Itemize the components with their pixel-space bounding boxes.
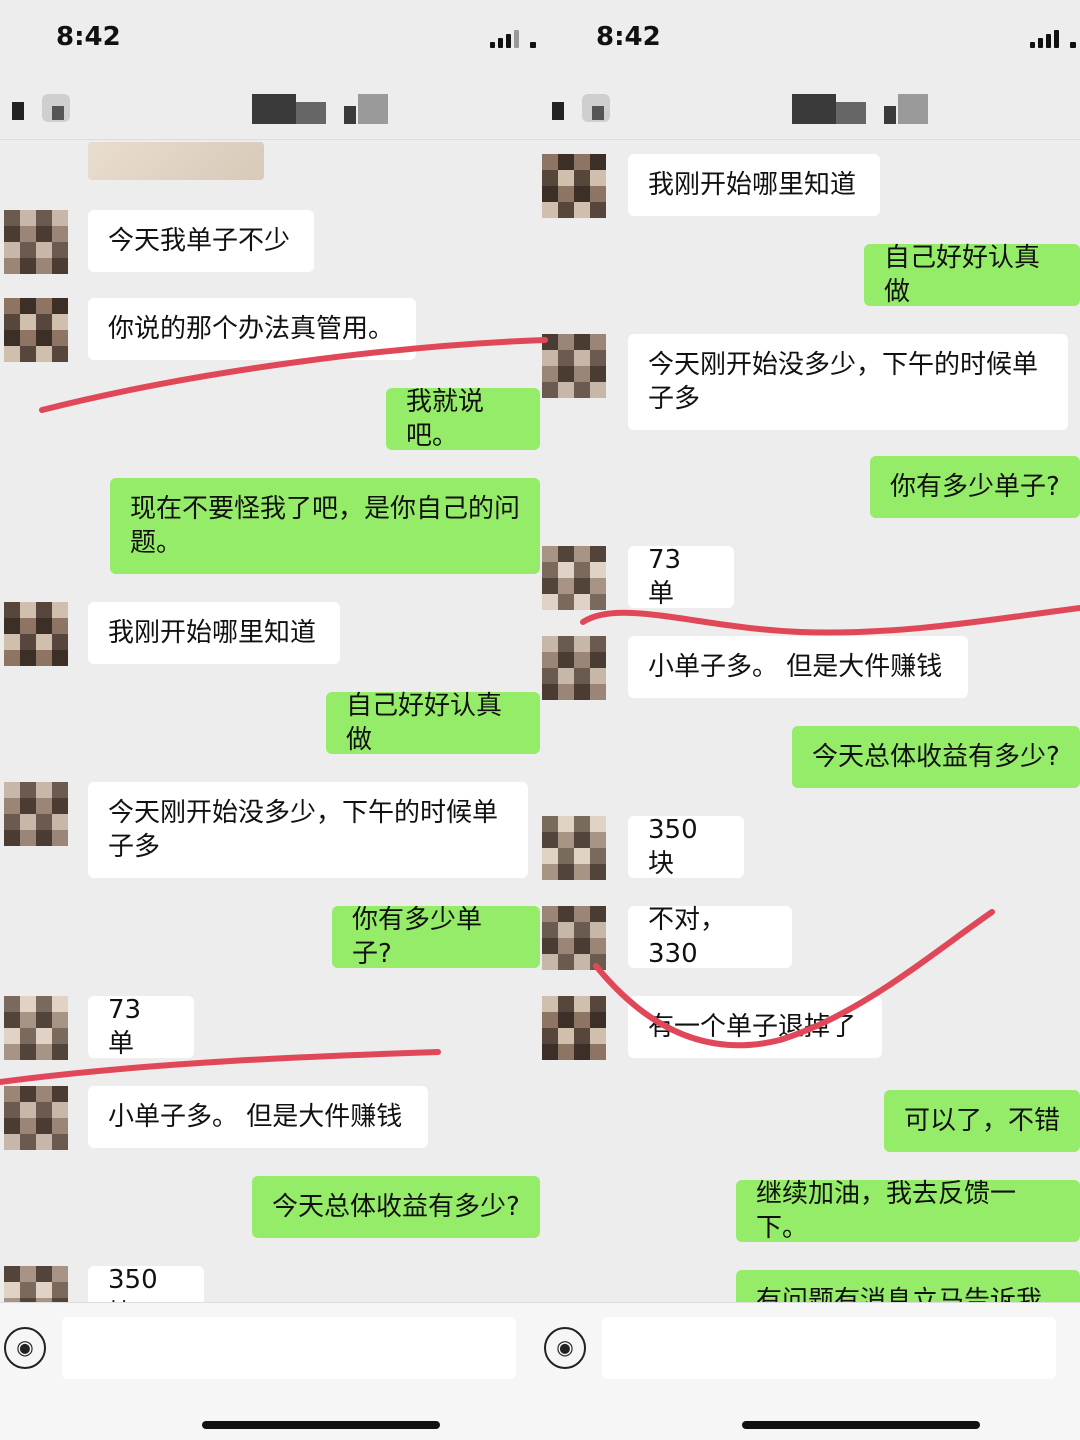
outgoing-message-bubble[interactable]: 你有多少单子? xyxy=(870,456,1080,518)
message-text: 350 块 xyxy=(108,1265,158,1302)
message-list[interactable]: 我刚开始哪里知道自己好好认真做今天刚开始没多少，下午的时候单 子多你有多少单子?… xyxy=(540,142,1080,1302)
voice-input-icon[interactable]: ◉ xyxy=(4,1327,46,1369)
back-chevron-icon[interactable] xyxy=(12,92,72,126)
message-text: 今天我单子不少 xyxy=(108,226,291,256)
message-text: 今天刚开始没多少，下午的时候单 子多 xyxy=(648,350,1039,414)
message-text: 今天刚开始没多少，下午的时候单 子多 xyxy=(108,798,499,862)
status-bar: 8:42 xyxy=(540,0,1080,76)
message-text: 我刚开始哪里知道 xyxy=(108,618,317,648)
contact-avatar[interactable] xyxy=(4,782,68,846)
chat-nav-bar xyxy=(540,78,1080,140)
message-text: 小单子多。 但是大件赚钱 xyxy=(648,652,943,682)
message-text: 自己好好认真做 xyxy=(346,691,503,755)
incoming-message-bubble[interactable]: 有一个单子退掉了 xyxy=(628,996,882,1058)
incoming-message-bubble[interactable]: 73 单 xyxy=(628,545,734,609)
incoming-message-bubble[interactable]: 小单子多。 但是大件赚钱 xyxy=(628,636,968,698)
contact-avatar[interactable] xyxy=(4,1266,68,1302)
outgoing-message-bubble[interactable]: 我就说吧。 xyxy=(386,387,540,451)
message-input[interactable] xyxy=(602,1317,1056,1379)
image-message-thumbnail[interactable] xyxy=(88,142,264,180)
outgoing-message-bubble[interactable]: 有问题有消息立马告诉我 xyxy=(736,1270,1080,1302)
message-text: 73 单 xyxy=(108,995,150,1059)
contact-avatar[interactable] xyxy=(4,996,68,1060)
message-list[interactable]: 今天我单子不少你说的那个办法真管用。我就说吧。现在不要怪我了吧，是你自己的问 题… xyxy=(0,142,540,1302)
message-text: 你说的那个办法真管用。 xyxy=(108,314,395,344)
incoming-message-bubble[interactable]: 今天刚开始没多少，下午的时候单 子多 xyxy=(628,334,1068,430)
outgoing-message-bubble[interactable]: 你有多少单子? xyxy=(332,905,540,969)
contact-avatar[interactable] xyxy=(542,546,606,610)
message-input[interactable] xyxy=(62,1317,516,1379)
status-time: 8:42 xyxy=(56,22,121,52)
contact-avatar[interactable] xyxy=(542,334,606,398)
incoming-message-bubble[interactable]: 小单子多。 但是大件赚钱 xyxy=(88,1086,428,1148)
incoming-message-bubble[interactable]: 不对，330 xyxy=(628,905,792,969)
incoming-message-bubble[interactable]: 你说的那个办法真管用。 xyxy=(88,298,416,360)
contact-avatar[interactable] xyxy=(542,154,606,218)
status-bar: 8:42 xyxy=(0,0,540,76)
outgoing-message-bubble[interactable]: 自己好好认真做 xyxy=(864,243,1080,307)
message-text: 你有多少单子? xyxy=(352,905,483,969)
message-text: 我刚开始哪里知道 xyxy=(648,170,857,200)
incoming-message-bubble[interactable]: 我刚开始哪里知道 xyxy=(88,602,340,664)
back-chevron-icon[interactable] xyxy=(552,92,612,126)
contact-avatar[interactable] xyxy=(4,1086,68,1150)
home-indicator xyxy=(742,1421,980,1429)
message-text: 自己好好认真做 xyxy=(884,243,1041,307)
message-text: 我就说吧。 xyxy=(406,387,485,451)
outgoing-message-bubble[interactable]: 今天总体收益有多少? xyxy=(792,726,1080,788)
incoming-message-bubble[interactable]: 今天刚开始没多少，下午的时候单 子多 xyxy=(88,782,528,878)
contact-avatar[interactable] xyxy=(4,602,68,666)
message-text: 有一个单子退掉了 xyxy=(648,1012,857,1042)
incoming-message-bubble[interactable]: 350 块 xyxy=(88,1265,204,1302)
chat-title-pixelated xyxy=(252,94,388,124)
message-text: 有问题有消息立马告诉我 xyxy=(756,1286,1043,1302)
right-chat-screen: 8:42 我刚开始哪里知道自己好好认真做今天刚开始没多少，下午的时候单 子多你有… xyxy=(540,0,1080,1440)
contact-avatar[interactable] xyxy=(542,816,606,880)
message-text: 350 块 xyxy=(648,815,706,879)
message-text: 73 单 xyxy=(648,545,690,609)
outgoing-message-bubble[interactable]: 可以了，不错 xyxy=(884,1090,1080,1152)
contact-avatar[interactable] xyxy=(542,636,606,700)
cellular-signal-icon xyxy=(490,30,540,48)
message-text: 今天总体收益有多少? xyxy=(272,1192,520,1222)
message-text: 小单子多。 但是大件赚钱 xyxy=(108,1102,403,1132)
contact-avatar[interactable] xyxy=(542,996,606,1060)
incoming-message-bubble[interactable]: 350 块 xyxy=(628,815,744,879)
outgoing-message-bubble[interactable]: 今天总体收益有多少? xyxy=(252,1176,540,1238)
incoming-message-bubble[interactable]: 73 单 xyxy=(88,995,194,1059)
outgoing-message-bubble[interactable]: 继续加油，我去反馈一下。 xyxy=(736,1179,1080,1243)
cellular-signal-icon xyxy=(1030,30,1080,48)
contact-avatar[interactable] xyxy=(542,906,606,970)
message-text: 继续加油，我去反馈一下。 xyxy=(756,1179,1017,1243)
left-chat-screen: 8:42 今天我单子不少你说的那个办法真管用。我就说吧。现在不要怪我了吧，是你自… xyxy=(0,0,540,1440)
incoming-message-bubble[interactable]: 今天我单子不少 xyxy=(88,210,314,272)
contact-avatar[interactable] xyxy=(4,210,68,274)
message-text: 你有多少单子? xyxy=(890,472,1060,502)
input-bar: ◉ xyxy=(540,1302,1080,1440)
voice-input-icon[interactable]: ◉ xyxy=(544,1327,586,1369)
contact-avatar[interactable] xyxy=(4,298,68,362)
home-indicator xyxy=(202,1421,440,1429)
status-time: 8:42 xyxy=(596,22,661,52)
chat-title-pixelated xyxy=(792,94,928,124)
input-bar: ◉ xyxy=(0,1302,540,1440)
outgoing-message-bubble[interactable]: 现在不要怪我了吧，是你自己的问 题。 xyxy=(110,478,540,574)
message-text: 今天总体收益有多少? xyxy=(812,742,1060,772)
message-text: 可以了，不错 xyxy=(904,1106,1061,1136)
chat-nav-bar xyxy=(0,78,540,140)
message-text: 现在不要怪我了吧，是你自己的问 题。 xyxy=(130,494,521,558)
message-text: 不对，330 xyxy=(648,905,727,969)
outgoing-message-bubble[interactable]: 自己好好认真做 xyxy=(326,691,540,755)
incoming-message-bubble[interactable]: 我刚开始哪里知道 xyxy=(628,154,880,216)
